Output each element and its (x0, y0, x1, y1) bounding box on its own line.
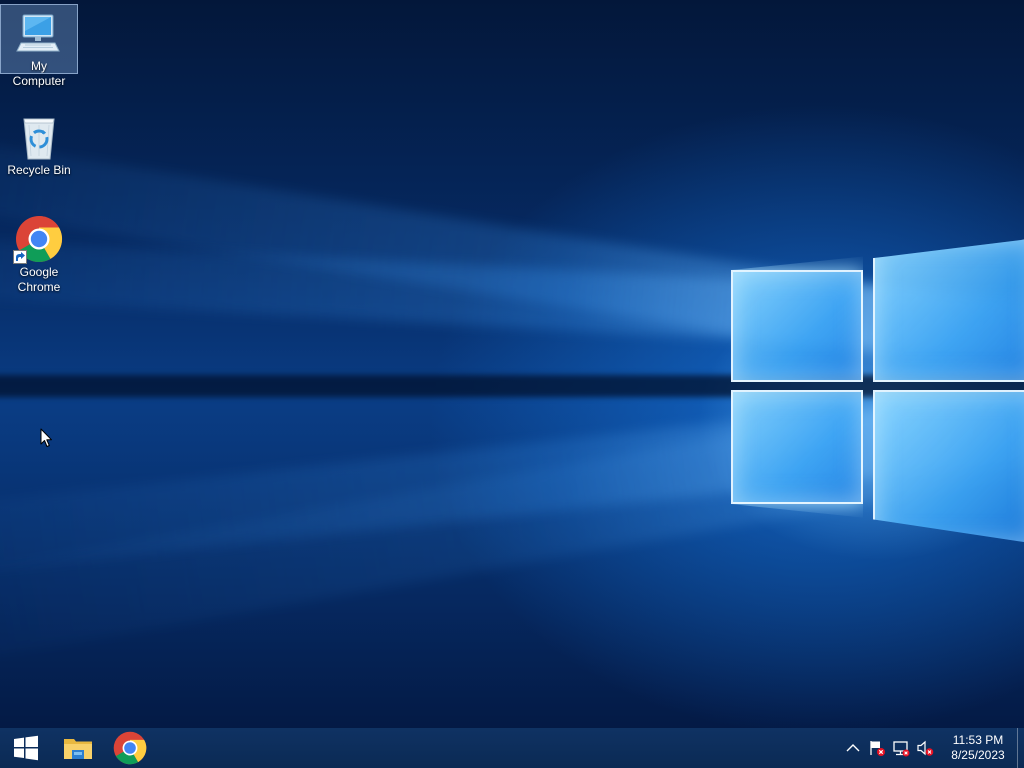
folder-icon (64, 739, 92, 759)
chrome-icon (113, 731, 147, 765)
show-desktop-button[interactable] (1017, 728, 1024, 768)
shortcut-arrow-icon (13, 250, 27, 264)
chevron-up-icon (846, 744, 860, 752)
windows-logo-icon (14, 735, 38, 761)
network-icon (893, 741, 910, 757)
clock-date: 8/25/2023 (951, 748, 1005, 762)
taskbar: 11:53 PM 8/25/2023 (0, 728, 1024, 768)
mouse-cursor-icon (40, 428, 52, 447)
start-button[interactable] (0, 728, 52, 768)
wallpaper-windows-logo (728, 234, 1024, 544)
chrome-icon (13, 215, 63, 264)
desktop-icon-google-chrome[interactable]: Google Chrome (1, 211, 77, 299)
taskbar-google-chrome[interactable] (104, 728, 156, 768)
taskbar-clock[interactable]: 11:53 PM 8/25/2023 (943, 728, 1013, 768)
logo-pane (731, 390, 863, 504)
desktop-icon-recycle-bin[interactable]: Recycle Bin (1, 109, 77, 177)
taskbar-file-explorer[interactable] (52, 728, 104, 768)
action-center-button[interactable] (865, 728, 889, 768)
volume-muted-icon (917, 740, 934, 756)
show-hidden-icons-button[interactable] (841, 728, 865, 768)
desktop[interactable]: My Computer Recycle Bin Google Chrome (0, 0, 1024, 728)
volume-button[interactable] (913, 728, 937, 768)
network-button[interactable] (889, 728, 913, 768)
system-tray: 11:53 PM 8/25/2023 (841, 728, 1024, 768)
desktop-icon-label: Recycle Bin (7, 163, 71, 177)
desktop-icon-label: My Computer (12, 59, 66, 88)
logo-pane (873, 238, 1024, 382)
desktop-icon-my-computer[interactable]: My Computer (0, 4, 78, 88)
logo-pane (873, 390, 1024, 544)
clock-time: 11:53 PM (952, 733, 1004, 747)
action-center-flag-icon (870, 741, 885, 756)
recycle-bin-icon (15, 113, 63, 161)
desktop-icon-label: Google Chrome (17, 265, 61, 294)
computer-icon (15, 9, 63, 57)
logo-pane (731, 270, 863, 382)
